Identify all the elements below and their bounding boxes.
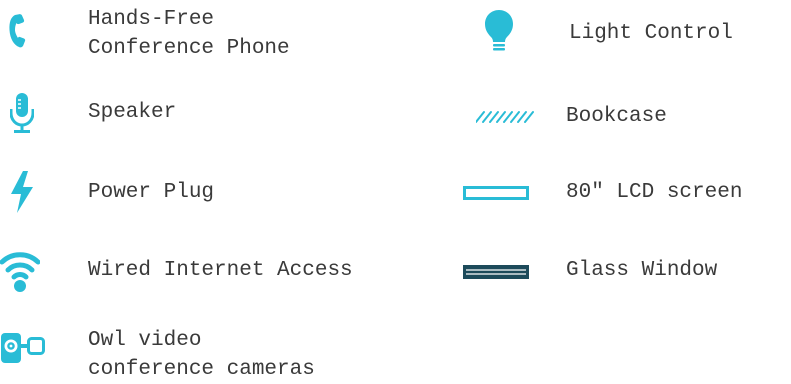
lcd-screen-label: 80" LCD screen <box>566 181 743 204</box>
light-control-label: Light Control <box>569 22 733 45</box>
light-bulb-icon <box>485 10 513 51</box>
phone-icon <box>9 14 26 48</box>
glass-window-icon <box>463 265 529 279</box>
video-camera-icon <box>1 333 45 363</box>
glass-window-label: Glass Window <box>566 259 718 282</box>
conference-phone-label-line2: Conference Phone <box>88 37 290 60</box>
conference-phone-label-line1: Hands-Free <box>88 8 215 31</box>
speaker-label: Speaker <box>88 101 177 124</box>
lcd-screen-icon <box>463 186 529 200</box>
video-cameras-label-line1: Owl video <box>88 329 202 352</box>
wifi-icon <box>0 252 40 292</box>
microphone-icon <box>10 93 34 133</box>
bookcase-hatch-icon <box>476 111 534 123</box>
video-cameras-label-line2: conference cameras <box>88 358 315 381</box>
bookcase-label: Bookcase <box>566 105 667 128</box>
power-plug-label: Power Plug <box>88 181 215 204</box>
equipment-legend: Hands-Free Conference Phone Speaker Powe… <box>0 0 791 381</box>
internet-access-label: Wired Internet Access <box>88 259 353 282</box>
lightning-bolt-icon <box>11 171 33 213</box>
